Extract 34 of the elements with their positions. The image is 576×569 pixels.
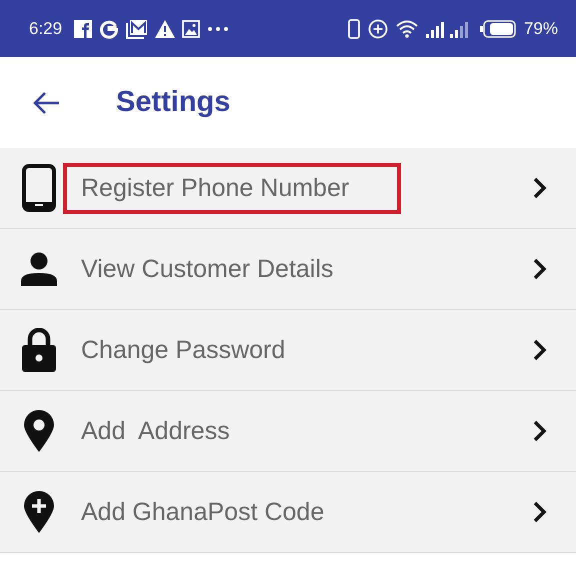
chevron-right-icon [533,177,547,199]
chevron-right-icon [533,501,547,523]
location-pin-icon [24,410,54,452]
settings-item[interactable]: Add GhanaPost Code [0,472,576,553]
data-saver-icon [368,18,388,38]
chevron-right-icon [533,258,547,280]
item-label: Add Address [80,416,231,446]
phone-outline-icon [348,18,360,38]
person-icon [20,252,56,286]
facebook-icon [74,20,92,38]
phone-icon [22,164,56,212]
location-add-icon [24,491,54,533]
more-icon [207,26,230,32]
warning-icon [155,20,176,38]
settings-item[interactable]: View Customer Details [0,229,576,310]
wifi-icon [396,20,418,38]
item-label: View Customer Details [80,254,334,284]
chevron-right-icon [533,339,547,361]
settings-item[interactable]: Change Password [0,310,576,391]
chevron-right-icon [533,420,547,442]
item-label: Register Phone Number [63,162,402,214]
settings-item[interactable]: Add Address [0,391,576,472]
item-label: Change Password [80,334,286,366]
image-icon [182,20,200,38]
back-arrow-icon[interactable] [32,90,60,114]
battery-percentage: 79% [524,18,558,38]
status-time: 6:29 [29,18,62,38]
battery-icon [480,20,516,38]
g-letter-icon [99,18,120,38]
mail-icon [126,18,148,38]
page-title: Settings [116,86,230,119]
item-label: Add GhanaPost Code [80,496,326,528]
settings-item[interactable]: Register Phone Number [0,148,576,229]
lock-icon [22,328,56,372]
